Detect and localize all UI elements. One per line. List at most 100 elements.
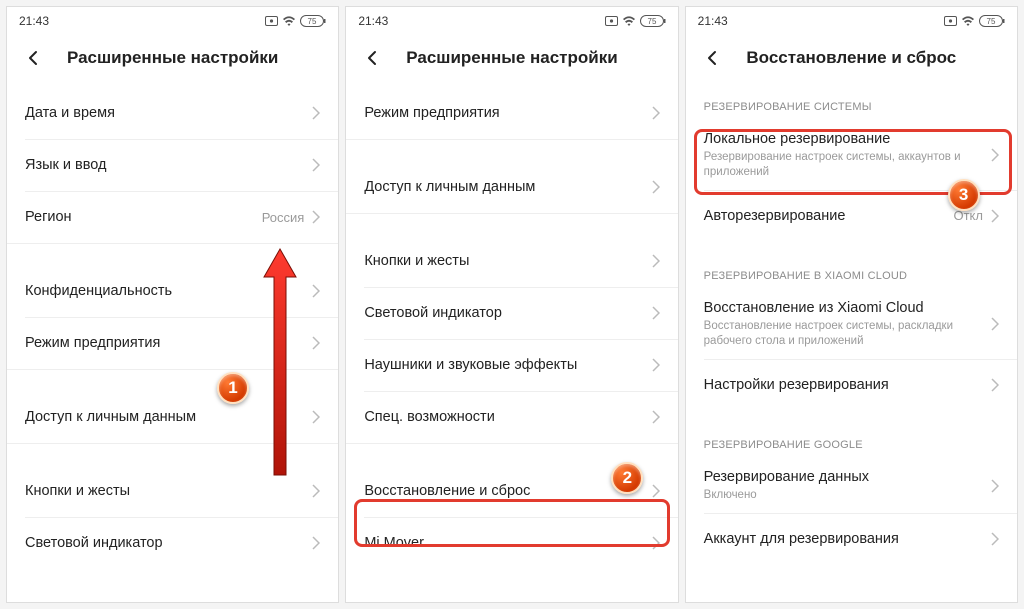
chevron-right-icon (652, 180, 660, 194)
status-bar: 21:43 75 (346, 7, 677, 35)
row-sub: Включено (704, 488, 991, 503)
row-mi-mover[interactable]: Mi Mover (346, 517, 677, 569)
row-label: Кнопки и жесты (25, 483, 312, 499)
back-button[interactable] (21, 45, 47, 71)
row-label: Аккаунт для резервирования (704, 531, 991, 547)
back-icon (364, 49, 382, 67)
chevron-right-icon (312, 106, 320, 120)
settings-list: Режим предприятия Доступ к личным данным… (346, 87, 677, 602)
status-icons: 75 (265, 15, 326, 27)
status-time: 21:43 (19, 14, 49, 28)
row-label: Настройки резервирования (704, 377, 991, 393)
row-led[interactable]: Световой индикатор (7, 517, 338, 569)
row-region[interactable]: Регион Россия (7, 191, 338, 243)
screen-2: 21:43 75 Расширенные настройки Режим пре… (345, 6, 678, 603)
chevron-right-icon (991, 479, 999, 493)
chevron-right-icon (652, 358, 660, 372)
status-time: 21:43 (358, 14, 388, 28)
status-time: 21:43 (698, 14, 728, 28)
row-label: Наушники и звуковые эффекты (364, 357, 651, 373)
chevron-right-icon (652, 254, 660, 268)
section-xiaomi-cloud: РЕЗЕРВИРОВАНИЕ В XIAOMI CLOUD (686, 242, 1017, 290)
row-cloud-restore[interactable]: Восстановление из Xiaomi Cloud Восстанов… (686, 290, 1017, 359)
row-label: Восстановление и сброс (364, 483, 651, 499)
chevron-right-icon (652, 484, 660, 498)
row-label: Световой индикатор (364, 305, 651, 321)
row-label: Регион (25, 209, 262, 225)
row-label: Локальное резервирование (704, 131, 991, 147)
back-button[interactable] (360, 45, 386, 71)
row-value: Откл (953, 208, 983, 223)
chevron-right-icon (991, 148, 999, 162)
row-led[interactable]: Световой индикатор (346, 287, 677, 339)
chevron-right-icon (652, 306, 660, 320)
row-buttons-gestures[interactable]: Кнопки и жесты (346, 235, 677, 287)
row-label: Режим предприятия (25, 335, 312, 351)
back-icon (25, 49, 43, 67)
screen-3: 21:43 75 Восстановление и сброс РЕЗЕРВИР… (685, 6, 1018, 603)
row-value: Россия (262, 210, 305, 225)
row-label: Дата и время (25, 105, 312, 121)
row-personal-data[interactable]: Доступ к личным данным (346, 161, 677, 213)
chevron-right-icon (991, 209, 999, 223)
row-enterprise[interactable]: Режим предприятия (7, 317, 338, 369)
row-auto-backup[interactable]: Авторезервирование Откл (686, 190, 1017, 242)
row-google-backup[interactable]: Резервирование данных Включено (686, 459, 1017, 513)
row-label: Режим предприятия (364, 105, 651, 121)
row-date-time[interactable]: Дата и время (7, 87, 338, 139)
row-backup-reset[interactable]: Восстановление и сброс (346, 465, 677, 517)
chevron-right-icon (991, 317, 999, 331)
row-buttons-gestures[interactable]: Кнопки и жесты (7, 465, 338, 517)
row-personal-data[interactable]: Доступ к личным данным (7, 391, 338, 443)
chevron-right-icon (652, 536, 660, 550)
settings-list: Дата и время Язык и ввод Регион Россия К… (7, 87, 338, 602)
chevron-right-icon (652, 106, 660, 120)
chevron-right-icon (991, 532, 999, 546)
row-label: Спец. возможности (364, 409, 651, 425)
header: Восстановление и сброс (686, 35, 1017, 87)
row-label: Конфиденциальность (25, 283, 312, 299)
row-label: Восстановление из Xiaomi Cloud (704, 300, 991, 316)
back-icon (704, 49, 722, 67)
chevron-right-icon (312, 484, 320, 498)
row-headphones[interactable]: Наушники и звуковые эффекты (346, 339, 677, 391)
settings-list: РЕЗЕРВИРОВАНИЕ СИСТЕМЫ Локальное резерви… (686, 87, 1017, 602)
row-label: Кнопки и жесты (364, 253, 651, 269)
status-bar: 21:43 75 (7, 7, 338, 35)
page-title: Расширенные настройки (386, 48, 637, 68)
chevron-right-icon (312, 158, 320, 172)
back-button[interactable] (700, 45, 726, 71)
row-sub: Резервирование настроек системы, аккаунт… (704, 150, 991, 180)
row-label: Доступ к личным данным (25, 409, 312, 425)
row-backup-settings[interactable]: Настройки резервирования (686, 359, 1017, 411)
chevron-right-icon (312, 210, 320, 224)
chevron-right-icon (312, 410, 320, 424)
header: Расширенные настройки (346, 35, 677, 87)
row-sub: Восстановление настроек системы, расклад… (704, 319, 991, 349)
header: Расширенные настройки (7, 35, 338, 87)
row-label: Резервирование данных (704, 469, 991, 485)
status-bar: 21:43 75 (686, 7, 1017, 35)
page-title: Восстановление и сброс (726, 48, 977, 68)
row-accessibility[interactable]: Спец. возможности (346, 391, 677, 443)
svg-text:75: 75 (987, 17, 996, 26)
row-enterprise[interactable]: Режим предприятия (346, 87, 677, 139)
screen-1: 21:43 75 Расширенные настройки Дата и вр… (6, 6, 339, 603)
row-label: Mi Mover (364, 535, 651, 551)
row-language[interactable]: Язык и ввод (7, 139, 338, 191)
row-label: Световой индикатор (25, 535, 312, 551)
row-google-account[interactable]: Аккаунт для резервирования (686, 513, 1017, 565)
chevron-right-icon (652, 410, 660, 424)
section-system-backup: РЕЗЕРВИРОВАНИЕ СИСТЕМЫ (686, 87, 1017, 121)
status-icons: 75 (944, 15, 1005, 27)
row-local-backup[interactable]: Локальное резервирование Резервирование … (686, 121, 1017, 190)
chevron-right-icon (991, 378, 999, 392)
svg-text:75: 75 (647, 17, 656, 26)
chevron-right-icon (312, 536, 320, 550)
row-label: Язык и ввод (25, 157, 312, 173)
section-google: РЕЗЕРВИРОВАНИЕ GOOGLE (686, 411, 1017, 459)
svg-text:75: 75 (308, 17, 317, 26)
chevron-right-icon (312, 336, 320, 350)
row-privacy[interactable]: Конфиденциальность (7, 265, 338, 317)
page-title: Расширенные настройки (47, 48, 298, 68)
